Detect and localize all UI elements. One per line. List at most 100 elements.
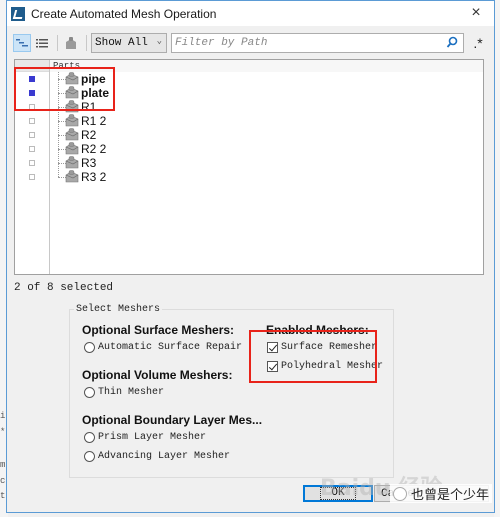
toolbar-separator — [86, 35, 87, 51]
dialog-title: Create Automated Mesh Operation — [31, 6, 217, 21]
selection-checkbox[interactable] — [29, 160, 35, 166]
thin-mesher-option[interactable]: Thin Mesher — [84, 387, 164, 398]
tree-item-r1[interactable]: R1 — [50, 100, 483, 114]
part-label: R2 — [81, 128, 97, 142]
close-button[interactable]: × — [466, 4, 486, 22]
chevron-down-icon: ⌄ — [156, 36, 162, 46]
selection-checkbox-cell[interactable] — [15, 142, 49, 156]
checkbox-label: Polyhedral Mesher — [281, 361, 384, 372]
radio-button[interactable] — [84, 387, 95, 398]
title-bar: Create Automated Mesh Operation × — [7, 1, 494, 26]
part-icon — [66, 37, 76, 49]
background-text: t — [0, 491, 6, 501]
toolbar-separator — [57, 35, 58, 51]
filter-mode-value: Show All — [95, 37, 148, 49]
selection-checkbox-cell[interactable] — [15, 100, 49, 114]
background-text: * — [0, 427, 6, 437]
parts-tree-panel: Parts pipe plate R1 R1 2 R2 R2 2 R3 R3 2 — [14, 59, 484, 275]
optional-boundary-layer-meshers-heading: Optional Boundary Layer Mes... — [82, 413, 263, 427]
list-view-button[interactable] — [33, 34, 51, 52]
part-icon — [65, 170, 79, 183]
background-text: m — [0, 460, 6, 470]
tree-item-r3[interactable]: R3 — [50, 156, 483, 170]
part-label: pipe — [81, 72, 106, 86]
watermark-logo-icon — [393, 486, 407, 501]
filter-mode-select[interactable]: Show All ⌄ — [91, 33, 167, 53]
tree-item-r3-2[interactable]: R3 2 — [50, 170, 483, 184]
part-icon — [65, 100, 79, 113]
part-label: R1 2 — [81, 114, 107, 128]
part-label: R3 2 — [81, 170, 107, 184]
part-icon — [65, 156, 79, 169]
group-title: Select Meshers — [74, 304, 163, 315]
watermark-author: 也曾是个少年 — [411, 488, 490, 503]
select-meshers-group: Select Meshers Optional Surface Meshers:… — [69, 304, 394, 478]
option-label: Advancing Layer Mesher — [98, 451, 231, 462]
selection-column-header[interactable] — [15, 60, 49, 72]
regex-toggle[interactable]: .* — [468, 35, 488, 51]
option-label: Prism Layer Mesher — [98, 432, 207, 443]
option-label: Automatic Surface Repair — [98, 342, 243, 353]
selection-checkbox[interactable] — [29, 76, 35, 82]
tree-item-plate[interactable]: plate — [50, 86, 483, 100]
radio-button[interactable] — [84, 451, 95, 462]
app-logo-icon — [11, 6, 25, 21]
selection-checkbox-cell[interactable] — [15, 86, 49, 100]
tree-item-pipe[interactable]: pipe — [50, 72, 483, 86]
part-label: R1 — [81, 100, 97, 114]
selection-checkbox[interactable] — [29, 104, 35, 110]
checkbox-label: Surface Remesher — [281, 342, 378, 353]
polyhedral-mesher-checkbox[interactable]: Polyhedral Mesher — [267, 361, 383, 372]
watermark: 也曾是个少年 — [390, 484, 493, 503]
tree-view-button[interactable] — [13, 34, 31, 52]
selection-column — [15, 60, 50, 274]
part-icon — [65, 114, 79, 127]
surface-remesher-checkbox[interactable]: Surface Remesher — [267, 342, 377, 353]
checkbox[interactable] — [267, 342, 278, 353]
part-icon — [65, 72, 79, 85]
tree-item-r1-2[interactable]: R1 2 — [50, 114, 483, 128]
part-icon — [65, 142, 79, 155]
selection-checkbox[interactable] — [29, 132, 35, 138]
background-text: c — [0, 476, 6, 486]
selection-checkbox[interactable] — [29, 118, 35, 124]
option-label: Thin Mesher — [98, 387, 165, 398]
optional-surface-meshers-heading: Optional Surface Meshers: — [82, 323, 235, 337]
selection-checkbox[interactable] — [29, 174, 35, 180]
enabled-meshers-heading: Enabled Meshers: — [266, 323, 369, 337]
automatic-surface-repair-option[interactable]: Automatic Surface Repair — [84, 342, 242, 353]
selection-checkbox-cell[interactable] — [15, 156, 49, 170]
create-automated-mesh-operation-dialog: Create Automated Mesh Operation × Show A… — [6, 0, 495, 513]
part-icon — [65, 86, 79, 99]
tree-column: Parts pipe plate R1 R1 2 R2 R2 2 R3 R3 2 — [50, 60, 483, 274]
selection-count: 2 of 8 selected — [14, 282, 114, 294]
selection-checkbox-cell[interactable] — [15, 128, 49, 142]
radio-button[interactable] — [84, 432, 95, 443]
part-icon — [65, 128, 79, 141]
part-label: R3 — [81, 156, 97, 170]
ok-button[interactable]: OK — [303, 485, 373, 502]
advancing-layer-mesher-option[interactable]: Advancing Layer Mesher — [84, 451, 230, 462]
ok-label: OK — [320, 487, 356, 500]
prism-layer-mesher-option[interactable]: Prism Layer Mesher — [84, 432, 206, 443]
toolbar: Show All ⌄ Filter by Path .* — [13, 33, 488, 53]
selection-checkbox[interactable] — [29, 90, 35, 96]
background-text: i — [0, 411, 6, 421]
selection-checkbox[interactable] — [29, 146, 35, 152]
radio-button[interactable] — [84, 342, 95, 353]
selection-checkbox-cell[interactable] — [15, 170, 49, 184]
search-icon[interactable] — [446, 36, 458, 50]
tree-item-r2[interactable]: R2 — [50, 128, 483, 142]
part-label: plate — [81, 86, 110, 100]
selection-checkbox-cell[interactable] — [15, 72, 49, 86]
selection-checkbox-cell[interactable] — [15, 114, 49, 128]
part-filter-button[interactable] — [62, 34, 80, 52]
optional-volume-meshers-heading: Optional Volume Meshers: — [82, 368, 233, 382]
part-label: R2 2 — [81, 142, 107, 156]
filter-placeholder: Filter by Path — [175, 37, 268, 49]
tree-view-icon — [16, 39, 28, 47]
parts-header: Parts — [50, 60, 483, 72]
tree-item-r2-2[interactable]: R2 2 — [50, 142, 483, 156]
checkbox[interactable] — [267, 361, 278, 372]
filter-by-path-input[interactable]: Filter by Path — [171, 33, 464, 53]
